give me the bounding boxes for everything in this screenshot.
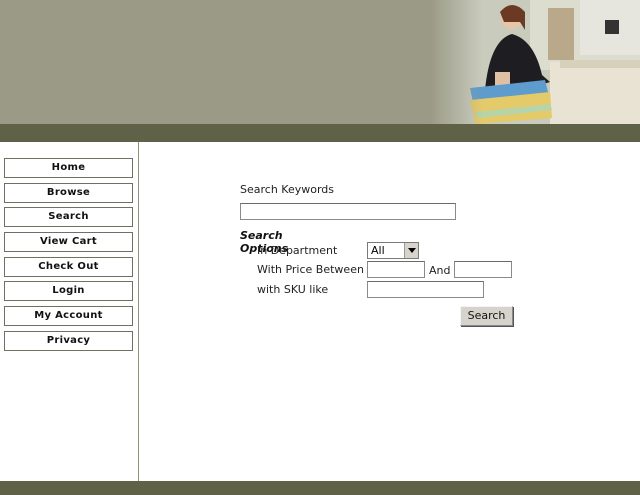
banner-photo (430, 0, 640, 124)
price-and-label: And (429, 264, 451, 277)
chevron-down-icon[interactable] (404, 243, 418, 258)
price-min-input[interactable] (367, 261, 425, 278)
nav-privacy-button[interactable]: Privacy (4, 330, 133, 351)
header-banner (0, 0, 640, 124)
nav-home-button[interactable]: Home (4, 158, 133, 178)
nav-browse-button[interactable]: Browse (4, 182, 133, 203)
department-label: In Department (257, 244, 338, 257)
department-select[interactable]: All (367, 242, 419, 259)
sku-input[interactable] (367, 281, 484, 298)
sku-label: with SKU like (257, 283, 329, 296)
search-keywords-input[interactable] (240, 203, 456, 220)
nav-my-account-button[interactable]: My Account (4, 306, 133, 327)
header-bar (0, 124, 640, 142)
nav-search-button[interactable]: Search (4, 207, 133, 228)
footer-bar (0, 481, 640, 495)
nav-view-cart-button[interactable]: View Cart (4, 232, 133, 253)
search-keywords-label: Search Keywords (240, 183, 334, 196)
sidebar-divider (138, 142, 139, 481)
sidebar-nav: Home Browse Search View Cart Check Out L… (4, 158, 133, 356)
search-submit-button[interactable]: Search (460, 306, 513, 326)
price-max-input[interactable] (454, 261, 512, 278)
price-between-label: With Price Between (257, 263, 364, 276)
nav-login-button[interactable]: Login (4, 281, 133, 302)
nav-check-out-button[interactable]: Check Out (4, 256, 133, 277)
department-select-value: All (371, 244, 385, 257)
